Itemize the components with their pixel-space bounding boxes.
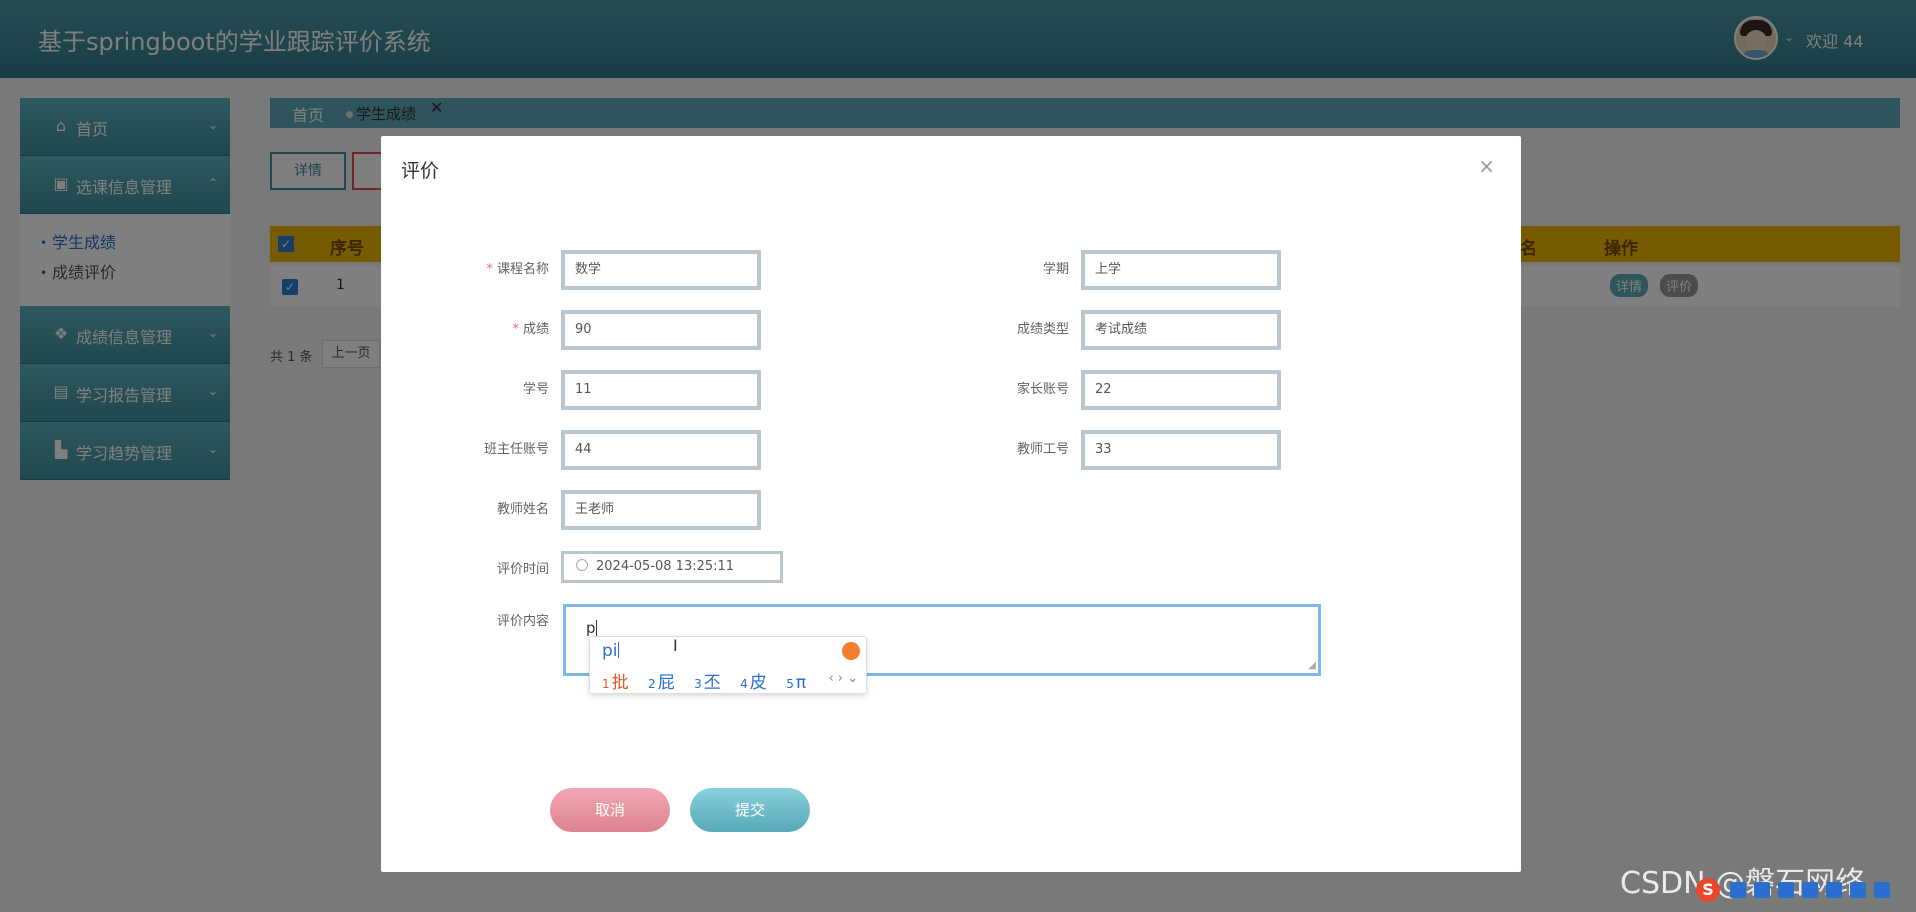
review-content-label: 评价内容 xyxy=(496,614,549,629)
sogou-logo-icon[interactable]: S xyxy=(1696,878,1720,902)
ime-pinyin: pi xyxy=(602,641,619,661)
ime-toolbar-icon[interactable] xyxy=(1802,882,1818,898)
semester-field[interactable]: 上学 xyxy=(1081,250,1281,290)
ime-toolbar-icon[interactable] xyxy=(1778,882,1794,898)
required-mark: * xyxy=(512,322,519,337)
ime-candidate-1[interactable]: 1批 xyxy=(602,673,629,693)
close-icon[interactable]: × xyxy=(1478,154,1495,178)
teacher-name-label: 教师姓名 xyxy=(496,502,549,517)
ime-candidate-5[interactable]: 5π xyxy=(786,673,806,693)
score-field[interactable]: 90 xyxy=(561,310,761,350)
teacher-no-label: 教师工号 xyxy=(1016,442,1069,457)
ime-candidate-number: 2 xyxy=(648,677,656,691)
cancel-button[interactable]: 取消 xyxy=(550,788,670,832)
ime-candidate-number: 4 xyxy=(740,677,748,691)
ime-candidate-number: 5 xyxy=(786,677,794,691)
ime-candidate-text: π xyxy=(795,673,807,693)
teacher-name-field[interactable]: 王老师 xyxy=(561,490,761,530)
review-time-picker[interactable]: 2024-05-08 13:25:11 xyxy=(561,551,783,583)
ime-candidates: 1批 2屁 3丕 4皮 5π xyxy=(602,668,820,693)
head-teacher-account-label: 班主任账号 xyxy=(483,442,549,457)
submit-button[interactable]: 提交 xyxy=(690,788,810,832)
ime-candidate-popup: pi 1批 2屁 3丕 4皮 5π ‹ › ⌄ xyxy=(589,636,867,694)
head-teacher-account-field[interactable]: 44 xyxy=(561,430,761,470)
ime-candidate-2[interactable]: 2屁 xyxy=(648,673,675,693)
label-text: 成绩 xyxy=(522,322,549,337)
ime-candidate-number: 3 xyxy=(694,677,702,691)
course-name-field[interactable]: 数学 xyxy=(561,250,761,290)
ime-toolbar-icon[interactable] xyxy=(1826,882,1842,898)
required-mark: * xyxy=(486,262,493,277)
clock-icon xyxy=(576,559,588,571)
resize-handle-icon[interactable]: ◢ xyxy=(1308,660,1316,671)
score-type-field[interactable]: 考试成绩 xyxy=(1081,310,1281,350)
ime-candidate-4[interactable]: 4皮 xyxy=(740,673,767,693)
student-no-label: 学号 xyxy=(522,382,549,397)
score-type-label: 成绩类型 xyxy=(1016,322,1069,337)
ime-logo-icon[interactable] xyxy=(842,642,860,660)
ime-toolbar-icon[interactable] xyxy=(1730,882,1746,898)
label-text: 课程名称 xyxy=(496,262,549,277)
ime-candidate-text: 丕 xyxy=(703,673,721,693)
parent-account-field[interactable]: 22 xyxy=(1081,370,1281,410)
review-content-text: p xyxy=(586,619,596,637)
review-time-label: 评价时间 xyxy=(496,562,549,577)
ime-candidate-3[interactable]: 3丕 xyxy=(694,673,721,693)
text-cursor-icon: I xyxy=(673,636,678,655)
ime-toolbar-icon[interactable] xyxy=(1874,882,1890,898)
review-time-value: 2024-05-08 13:25:11 xyxy=(596,559,735,574)
student-no-field[interactable]: 11 xyxy=(561,370,761,410)
semester-label: 学期 xyxy=(1042,262,1069,277)
ime-candidate-text: 皮 xyxy=(749,673,767,693)
review-dialog: 评价 × * 课程名称 数学 学期 上学 * 成绩 90 成绩类型 考试成绩 学号 … xyxy=(381,136,1521,872)
ime-pinyin-text: pi xyxy=(602,641,618,661)
ime-toolbar: S xyxy=(1696,878,1916,912)
course-name-label: * 课程名称 xyxy=(449,258,549,277)
ime-candidate-text: 批 xyxy=(611,673,629,693)
teacher-no-field[interactable]: 33 xyxy=(1081,430,1281,470)
ime-candidate-text: 屁 xyxy=(657,673,675,693)
score-label: * 成绩 xyxy=(449,318,549,337)
dialog-title: 评价 xyxy=(401,160,440,182)
ime-candidate-number: 1 xyxy=(602,677,610,691)
ime-toolbar-icon[interactable] xyxy=(1754,882,1770,898)
ime-page-nav[interactable]: ‹ › ⌄ xyxy=(828,671,858,686)
parent-account-label: 家长账号 xyxy=(1016,382,1069,397)
ime-toolbar-icon[interactable] xyxy=(1850,882,1866,898)
